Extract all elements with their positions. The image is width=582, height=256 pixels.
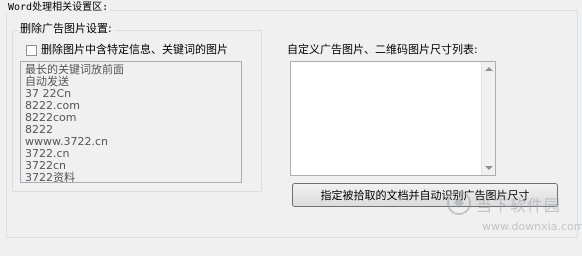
size-list-scrollbar[interactable]: [481, 62, 495, 175]
scroll-down-icon[interactable]: [485, 166, 493, 170]
detect-ad-image-size-button[interactable]: 指定被拾取的文档并自动识别广告图片尺寸: [292, 183, 558, 207]
delete-keyword-images-checkbox[interactable]: [26, 44, 37, 56]
scroll-up-icon[interactable]: [485, 67, 493, 71]
keyword-item[interactable]: 3722资料: [25, 172, 241, 183]
keyword-item[interactable]: 8222com: [25, 112, 241, 124]
size-list-label: 自定义广告图片、二维码图片尺寸列表:: [287, 43, 478, 56]
ad-image-group-title: 删除广告图片设置:: [18, 22, 114, 36]
keyword-list[interactable]: 最长的关键词放前面 自动发送 37 22Cn 8222.com 8222com 8222 w…: [20, 61, 242, 183]
size-list[interactable]: [290, 61, 496, 176]
delete-keyword-images-option[interactable]: 删除图片中含特定信息、关键词的图片: [26, 43, 228, 57]
word-settings-title: Word处理相关设置区:: [6, 2, 111, 14]
delete-keyword-images-label: 删除图片中含特定信息、关键词的图片: [41, 43, 228, 56]
